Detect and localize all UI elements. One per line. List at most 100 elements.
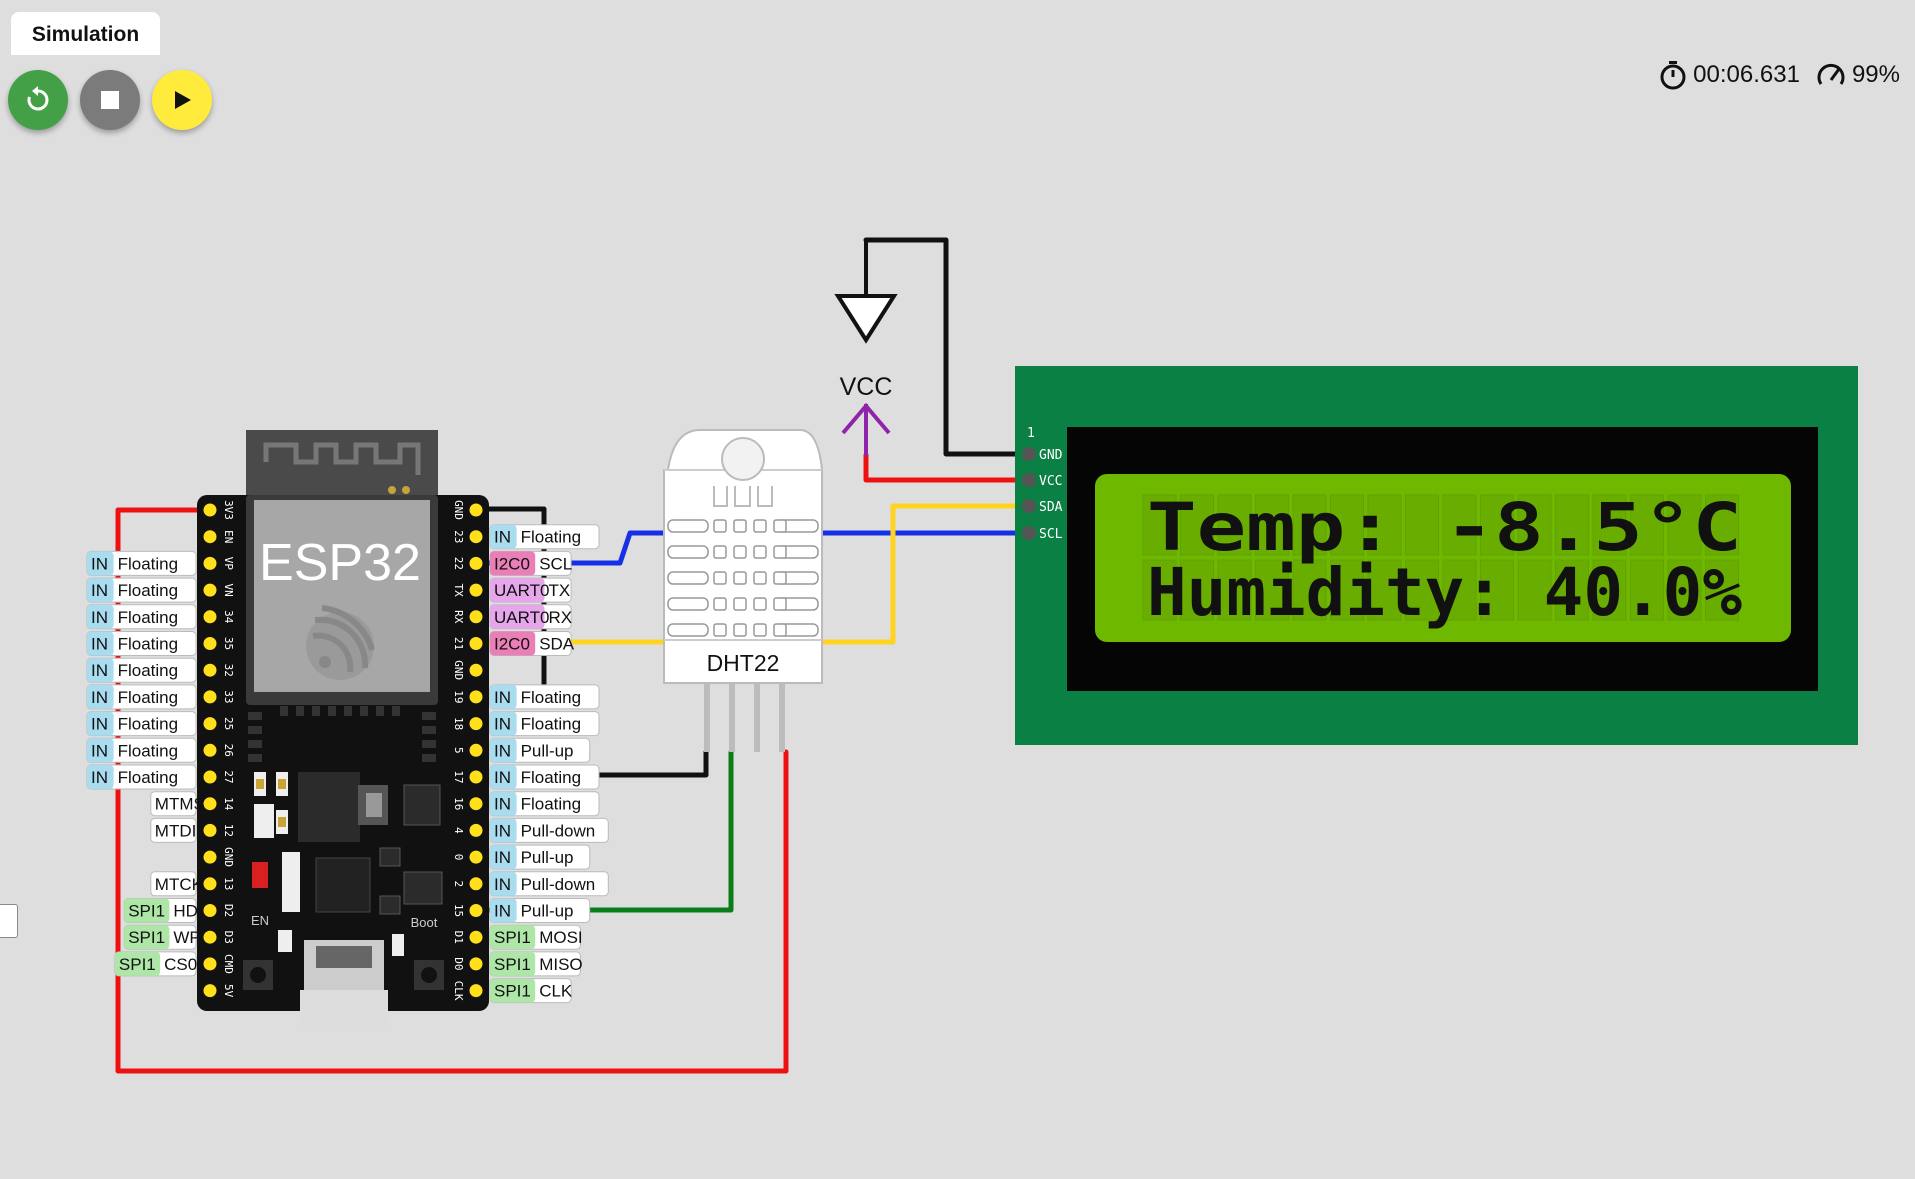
esp32-pin-right[interactable] (469, 690, 483, 704)
esp32-pin-left[interactable] (203, 930, 217, 944)
esp32-pin-right[interactable] (469, 503, 483, 517)
esp32-pin-label: TX (452, 583, 465, 597)
pin-function-tag: IN (494, 688, 511, 707)
pin-function-tag: IN (91, 554, 108, 573)
esp32-pin-right[interactable] (469, 530, 483, 544)
pin-function-tag: SPI1 (494, 982, 531, 1001)
pin-function-text: RX (549, 608, 573, 627)
esp32-pin-left[interactable] (203, 663, 217, 677)
esp32-pin-left[interactable] (203, 984, 217, 998)
pin-function-tag: IN (91, 688, 108, 707)
pin-function-text: Floating (118, 608, 178, 627)
lcd-pin-sda: SDA (1039, 500, 1063, 515)
esp32-board[interactable]: ESP32 EN Boot 3V3ENVPVN34353233252627141… (197, 430, 489, 1026)
en-button-label: EN (251, 913, 269, 928)
esp32-pin-left[interactable] (203, 610, 217, 624)
esp32-pin-left[interactable] (203, 797, 217, 811)
pin-function-tag: SPI1 (128, 928, 165, 947)
pin-function-tag: SPI1 (128, 902, 165, 921)
pin-function-label: IN Floating (489, 764, 600, 790)
esp32-pin-label: RX (452, 610, 465, 624)
esp32-pin-right[interactable] (469, 877, 483, 891)
pin-function-label: MTDI (150, 817, 197, 843)
pin-function-tag: SPI1 (119, 955, 156, 974)
esp32-pin-right[interactable] (469, 743, 483, 757)
pin-function-label: MTCK (150, 871, 204, 897)
esp32-pin-label: GND (222, 847, 235, 867)
vcc-symbol[interactable]: VCC (840, 373, 893, 456)
pin-function-text: Floating (521, 795, 581, 814)
esp32-pin-left[interactable] (203, 530, 217, 544)
pin-function-text: Floating (118, 661, 178, 680)
pin-function-text: Floating (521, 715, 581, 734)
pin-function-tag: IN (91, 581, 108, 600)
pin-function-tag: SPI1 (494, 928, 531, 947)
esp32-pin-left[interactable] (203, 823, 217, 837)
pin-function-label: SPI1 MOSI (489, 924, 583, 950)
pin-function-label: IN Pull-up (489, 898, 591, 923)
lcd-display[interactable]: 1 GND VCC SDA SCL Temp: -8.5°C Humidity:… (1015, 366, 1858, 745)
pin-function-label: IN Floating (86, 657, 197, 683)
circuit-canvas: .pl { font-family:"DejaVu Sans Mono",mon… (86, 237, 1858, 1074)
esp32-pin-left[interactable] (203, 957, 217, 971)
esp32-pin-right[interactable] (469, 610, 483, 624)
esp32-pin-right[interactable] (469, 583, 483, 597)
esp32-pin-left[interactable] (203, 717, 217, 731)
esp32-pin-label: D0 (452, 957, 465, 970)
pin-function-label: IN Pull-down (489, 871, 609, 897)
vcc-label: VCC (840, 373, 893, 401)
esp32-pin-label: 5V (222, 984, 235, 998)
esp32-pin-left[interactable] (203, 556, 217, 570)
esp32-pin-right[interactable] (469, 957, 483, 971)
pin-function-label: IN Pull-down (489, 817, 609, 843)
esp32-pin-left[interactable] (203, 637, 217, 650)
esp32-pin-left[interactable] (203, 503, 217, 517)
pin-function-label: IN Floating (86, 631, 197, 656)
esp32-pin-right[interactable] (469, 984, 483, 998)
pin-function-tag: UART0 (494, 581, 549, 600)
ground-symbol[interactable] (834, 240, 898, 344)
pin-function-label: IN Floating (86, 604, 197, 630)
lcd-pin-1-marker: 1 (1027, 426, 1035, 441)
esp32-pin-label: 17 (452, 770, 465, 783)
pin-function-text: CLK (539, 982, 573, 1001)
esp32-pin-right[interactable] (469, 930, 483, 944)
pin-function-label: MTMS (150, 791, 205, 817)
esp32-pin-right[interactable] (469, 663, 483, 677)
esp32-pin-label: 12 (222, 824, 235, 837)
dht22-sensor[interactable]: DHT22 (663, 429, 823, 752)
esp32-pin-label: 5 (452, 747, 465, 754)
esp32-pin-left[interactable] (203, 583, 217, 597)
esp32-pin-label: 13 (222, 877, 235, 890)
pin-function-tag: IN (494, 875, 511, 894)
esp32-pin-label: 35 (222, 637, 235, 650)
esp32-pin-right[interactable] (469, 770, 483, 784)
pin-function-tag: I2C0 (494, 554, 530, 573)
esp32-pin-right[interactable] (469, 717, 483, 731)
pin-function-text: Floating (118, 688, 178, 707)
esp32-pin-right[interactable] (469, 797, 483, 811)
esp32-pin-label: EN (222, 530, 235, 543)
esp32-pin-label: 21 (452, 637, 465, 650)
esp32-pin-left[interactable] (203, 690, 217, 704)
pin-function-tag: IN (494, 768, 511, 787)
esp32-pin-right[interactable] (469, 823, 483, 837)
esp32-pin-left[interactable] (203, 770, 217, 784)
esp32-pin-right[interactable] (469, 904, 483, 917)
pin-function-tag: IN (91, 715, 108, 734)
pin-function-text: Floating (521, 768, 581, 787)
pin-function-label: IN Floating (86, 737, 197, 763)
esp32-pin-label: 4 (452, 827, 465, 834)
esp32-pin-left[interactable] (203, 877, 217, 891)
pin-function-tag: I2C0 (494, 635, 530, 654)
esp32-pin-right[interactable] (469, 637, 483, 650)
esp32-pin-right[interactable] (469, 556, 483, 570)
pin-function-label: SPI1 HD (123, 898, 198, 923)
esp32-pin-right[interactable] (469, 850, 483, 864)
esp32-pin-left[interactable] (203, 904, 217, 917)
esp32-pin-label: D1 (452, 931, 465, 944)
esp32-pin-left[interactable] (203, 743, 217, 757)
pin-function-text: SDA (539, 635, 575, 654)
esp32-pin-left[interactable] (203, 850, 217, 864)
esp32-pin-label: 2 (452, 880, 465, 887)
